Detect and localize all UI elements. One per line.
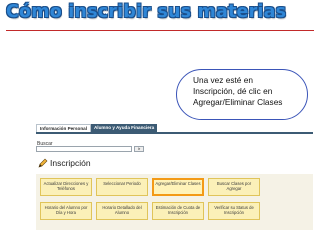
callout-line: Una vez esté en [193,75,253,85]
menu-item-estimacion-cuota[interactable]: Estimación de Cuota de Inscripción [152,202,204,220]
callout-line: Agregar/Eliminar Clases [193,97,283,107]
title-divider [6,30,314,31]
callout-bubble: Una vez esté en Inscripción, dé clic en … [176,69,308,120]
menu-item-buscar-clases[interactable]: Buscar Clases por Agregar [208,178,260,196]
pencil-icon [38,158,48,168]
portal-screenshot: Información Personal Alumno y Ayuda Fina… [36,124,313,230]
page-title: Cómo inscribir sus materias [6,2,287,22]
menu-item-actualizar-direcciones[interactable]: Actualizar Direcciones y Teléfonos [40,178,92,196]
registration-menu: Actualizar Direcciones y Teléfonos Selec… [36,174,313,230]
menu-item-verificar-status[interactable]: Verificar su Status de Inscripción [208,202,260,220]
search-input[interactable] [36,146,132,152]
tab-bar: Información Personal Alumno y Ayuda Fina… [36,124,186,132]
tab-alumno-ayuda-financiera[interactable]: Alumno y Ayuda Financiera [90,124,158,132]
tab-informacion-personal[interactable]: Información Personal [36,124,91,132]
menu-item-seleccionar-periodo[interactable]: Seleccionar Periodo [96,178,148,196]
menu-item-agregar-eliminar-clases[interactable]: Agregar/Eliminar Clases [152,178,204,196]
menu-item-horario-detallado[interactable]: Horario Detallado del Alumno [96,202,148,220]
callout-line: Inscripción, dé clic en [193,86,273,96]
tab-underline [36,132,313,134]
section-header: Inscripción [38,157,91,169]
section-title: Inscripción [50,158,91,168]
search-go-button[interactable]: Ir [134,146,144,152]
menu-item-horario-dia-hora[interactable]: Horario del Alumno por Día y Hora [40,202,92,220]
